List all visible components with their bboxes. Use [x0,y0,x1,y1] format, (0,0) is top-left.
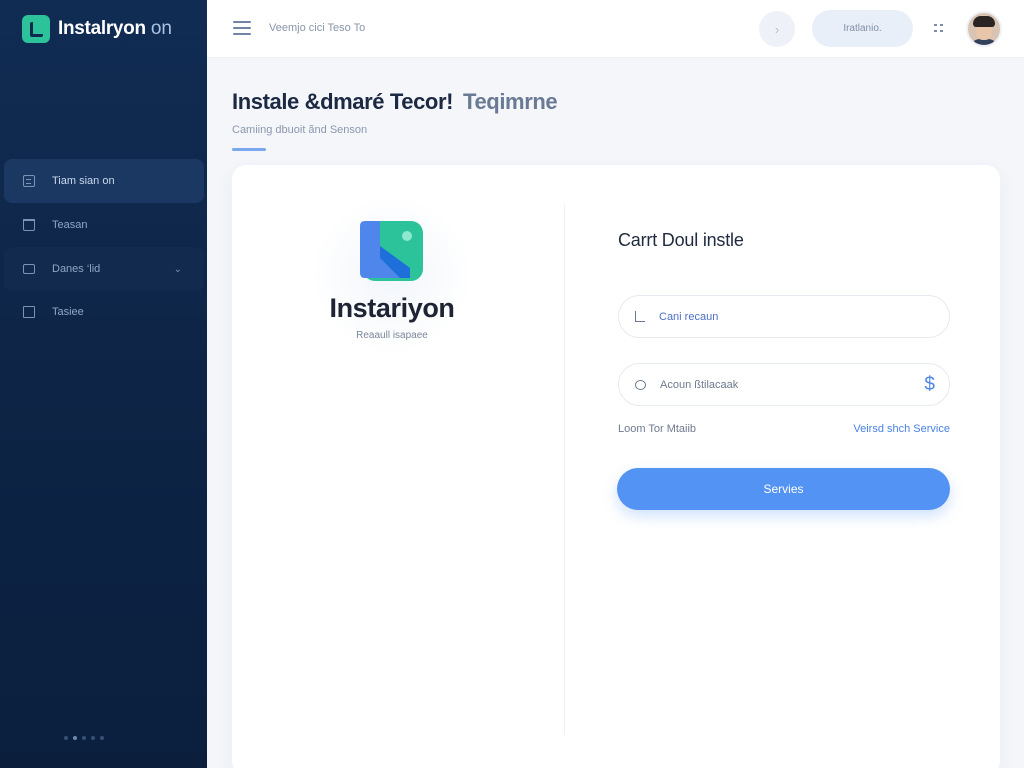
pagination-dots [64,736,104,740]
avatar[interactable] [966,11,1002,47]
account-field-value: Cani recaun [659,310,719,323]
sidebar-item-1[interactable]: Tiam sian on [4,159,204,203]
form-title: Carrt Doul instle [618,230,744,250]
box-icon [23,306,35,318]
sidebar-item-4[interactable]: Tasiee [4,290,204,334]
account-field[interactable]: Cani recaun [618,295,950,338]
sidebar-item-label: Tiam sian on [52,175,115,187]
grid-icon[interactable] [934,24,944,34]
forgot-link[interactable]: Veirsd shch Service [853,423,950,435]
password-field[interactable]: Acoun ßtilacaak $ [618,363,950,406]
dot[interactable] [100,736,104,740]
dot[interactable] [91,736,95,740]
sidebar-item-label: Danes ‘lid [52,263,101,275]
app-name: Instariyon [329,293,455,323]
list-icon [23,175,35,187]
submit-button[interactable]: Servies [617,468,950,510]
brand-name: Instalryon [58,18,146,39]
user-icon [635,311,645,322]
sidebar-item-label: Teasan [52,219,88,231]
header-pill-button[interactable]: Iratlanio. [812,10,913,47]
topbar: Veemjo cici Teso To › Iratlanio. [207,0,1024,58]
app-tagline: Reaaull isapaee [356,330,428,341]
wallet-icon [23,264,35,274]
app-logo-icon [360,221,423,281]
sidebar-item-2[interactable]: Teasan [4,203,204,247]
next-button[interactable]: › [759,11,795,47]
title-underline [232,148,266,151]
card-divider [564,205,565,735]
chevron-down-icon: ⌄ [173,263,182,275]
dot[interactable] [82,736,86,740]
sidebar-item-label: Tasiee [52,306,84,318]
page-title: Instale &dmaré Tecor! Teqimrne [232,89,558,114]
trash-icon [23,219,35,231]
sidebar-item-3[interactable]: Danes ‘lid ⌄ [4,247,204,291]
brand-logo-icon [22,15,50,43]
dot[interactable] [64,736,68,740]
page-title-muted: Teqimrne [463,89,558,114]
dollar-icon[interactable]: $ [924,374,935,396]
login-card: Instariyon Reaaull isapaee Carrt Doul in… [232,165,1000,768]
brand-suffix: on [150,18,172,39]
brand[interactable]: Instalryon on [22,14,172,44]
dot[interactable] [73,736,77,740]
hamburger-icon[interactable] [233,21,251,35]
lock-icon [635,379,646,390]
sidebar: Instalryon on Tiam sian on Teasan Danes … [0,0,207,768]
page-subtitle: Camiing dbuoit ãnd Senson [232,124,368,136]
password-field-value: Acoun ßtilacaak [660,378,739,391]
remember-link[interactable]: Loom Tor Mtaiib [618,423,696,435]
breadcrumb[interactable]: Veemjo cici Teso To [269,22,365,34]
